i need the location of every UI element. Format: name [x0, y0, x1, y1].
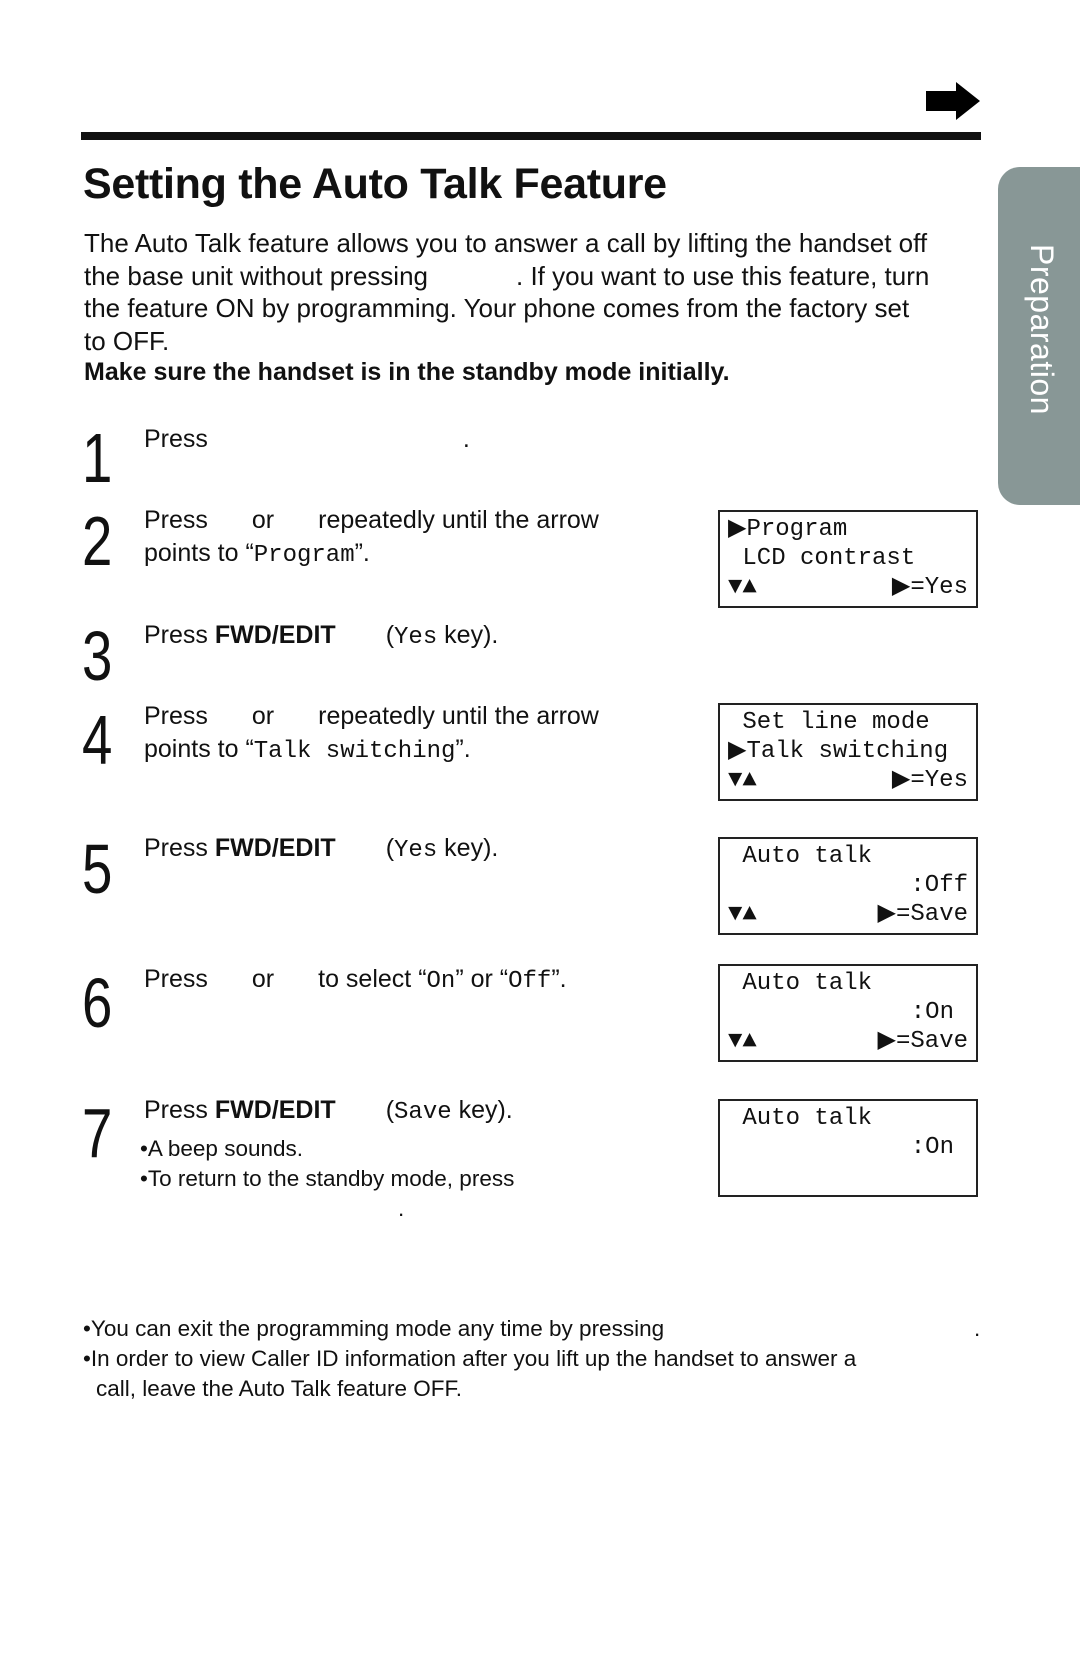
top-rule — [81, 132, 981, 140]
down-up-arrows-icon: ▼▲ — [728, 901, 757, 928]
step-number: 6 — [82, 964, 113, 1042]
down-up-arrows-icon: ▼▲ — [728, 1028, 757, 1055]
note-caller-id: •In order to view Caller ID information … — [83, 1346, 857, 1371]
note-exit-end: . — [974, 1316, 981, 1341]
intro-paragraph: The Auto Talk feature allows you to answ… — [84, 228, 930, 356]
step-number: 7 — [82, 1094, 113, 1172]
step-7-text: Press FWD/EDIT (Save key). — [144, 1096, 513, 1126]
step-number: 4 — [82, 701, 113, 779]
step-7-bullet-end: . — [398, 1196, 405, 1221]
step-number: 2 — [82, 502, 113, 580]
lcd-display: Auto talk :Off ▼▲ ▶=Save — [718, 837, 978, 935]
step-1-text: Press. — [144, 425, 470, 453]
pointer-arrow-icon: ▶ — [728, 516, 747, 543]
right-arrow-icon — [926, 82, 980, 120]
step-7-bullet: •To return to the standby mode, press — [140, 1166, 515, 1191]
lcd-display: Set line mode ▶Talk switching ▼▲ ▶=Yes — [718, 703, 978, 801]
step-3-text: Press FWD/EDIT (Yes key). — [144, 621, 499, 651]
standby-note: Make sure the handset is in the standby … — [84, 358, 730, 386]
step-7-bullet: •A beep sounds. — [140, 1136, 304, 1161]
page-title: Setting the Auto Talk Feature — [83, 160, 667, 208]
step-number: 5 — [82, 830, 113, 908]
lcd-display: Auto talk :On — [718, 1099, 978, 1197]
down-up-arrows-icon: ▼▲ — [728, 767, 757, 794]
step-number: 3 — [82, 617, 113, 695]
lcd-display: Auto talk :On ▼▲ ▶=Save — [718, 964, 978, 1062]
step-4-text: Press or repeatedly until the arrow points… — [144, 702, 599, 765]
section-tab-label: Preparation — [1024, 244, 1060, 415]
step-6-text: Press or to select “On” or “Off”. — [144, 965, 567, 995]
down-up-arrows-icon: ▼▲ — [728, 574, 757, 601]
step-2-text: Press or repeatedly until the arrow points… — [144, 506, 599, 569]
step-5-text: Press FWD/EDIT (Yes key). — [144, 834, 499, 864]
note-caller-id-cont: call, leave the Auto Talk feature OFF. — [96, 1376, 463, 1401]
pointer-arrow-icon: ▶ — [728, 738, 747, 765]
note-exit: •You can exit the programming mode any t… — [83, 1316, 665, 1341]
step-number: 1 — [82, 419, 113, 497]
lcd-display: ▶Program LCD contrast ▼▲ ▶=Yes — [718, 510, 978, 608]
